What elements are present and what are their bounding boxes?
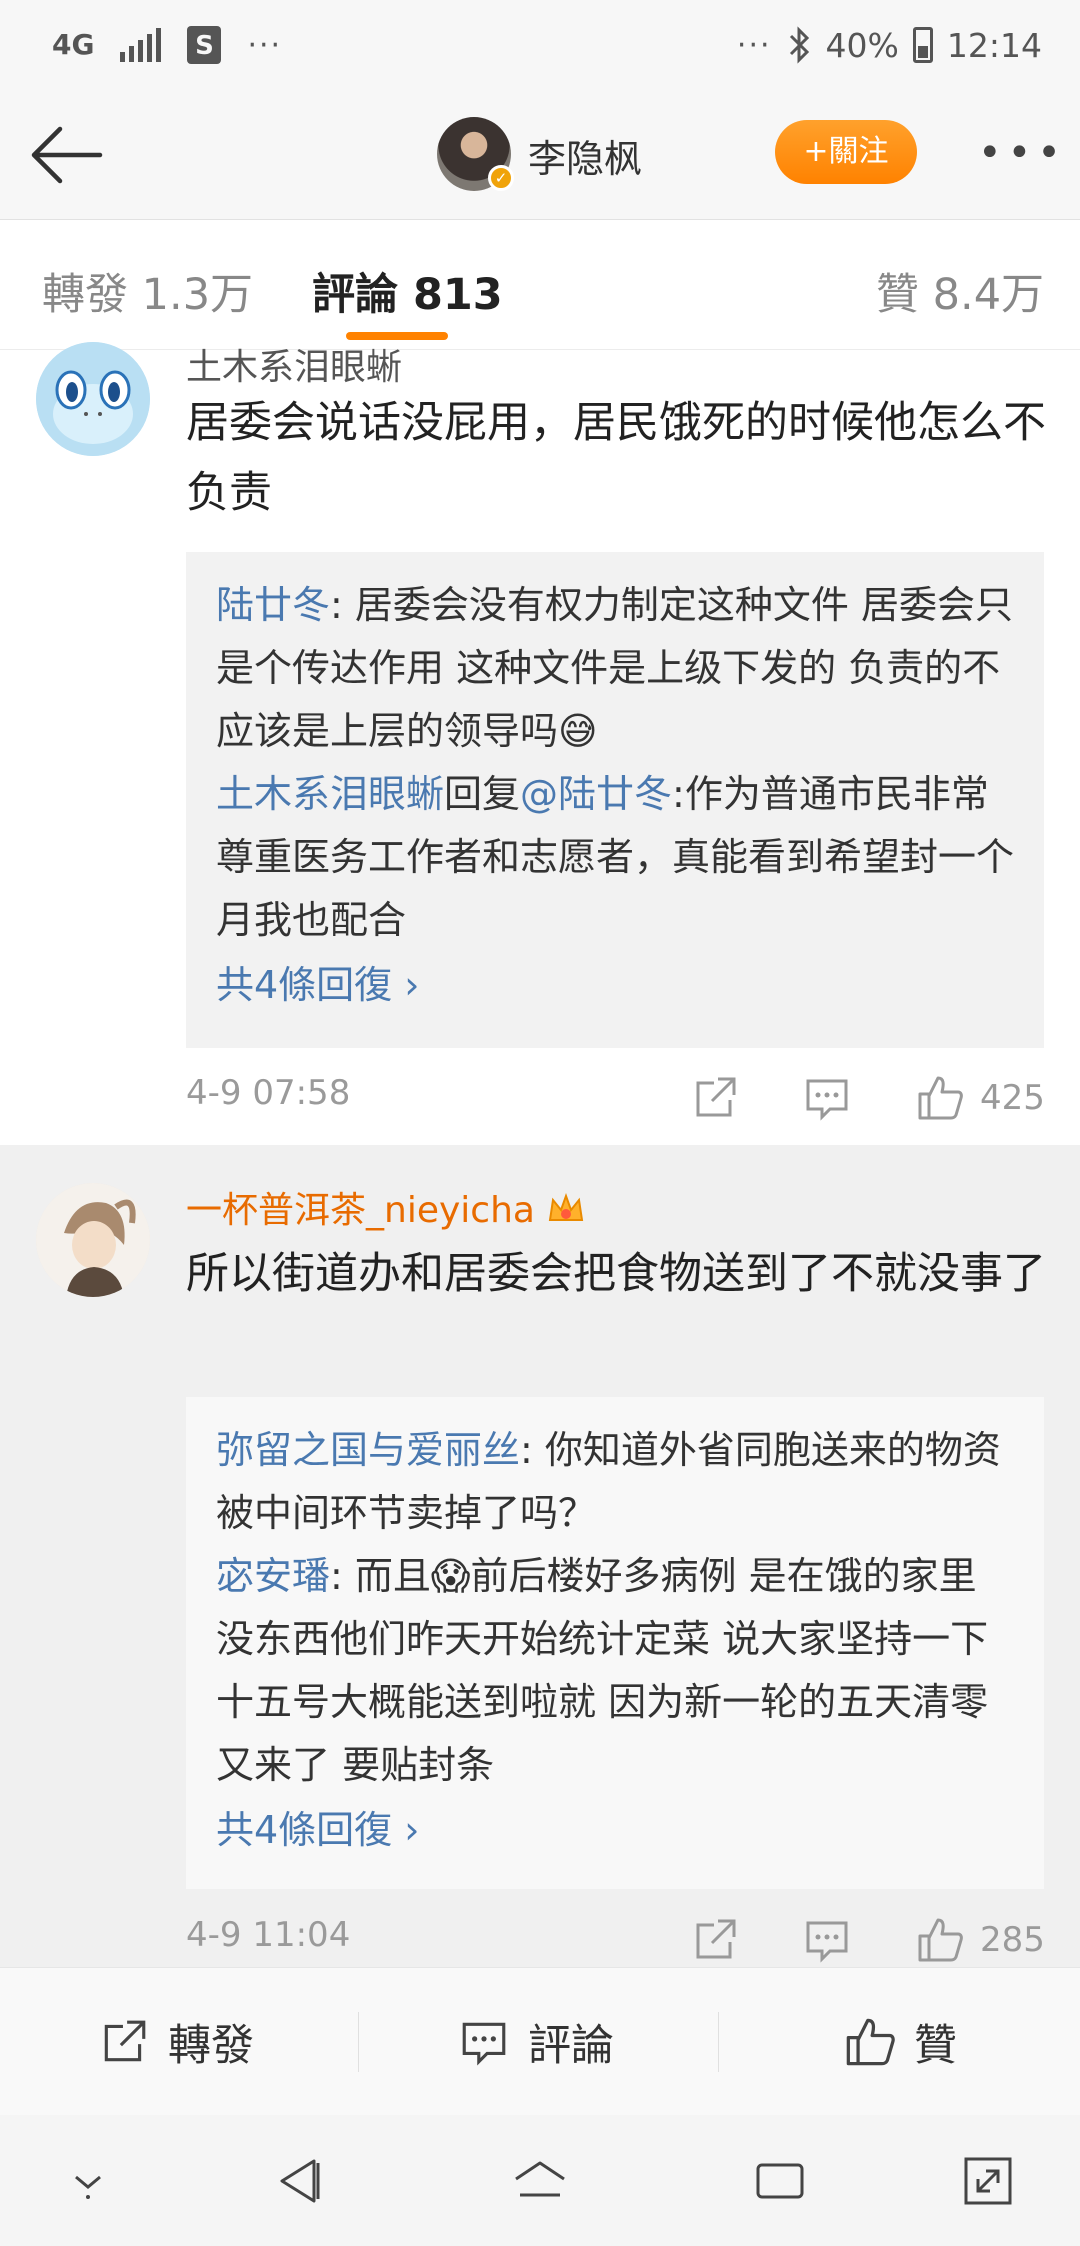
comment-label: 評論 — [528, 2021, 614, 2071]
reply-author[interactable]: 陆廿冬 — [216, 583, 330, 627]
status-bar: 4G S ··· ··· 40% 12:14 — [0, 0, 1080, 90]
repost-label: 轉發 — [168, 2021, 254, 2071]
network-indicator: 4G — [52, 28, 95, 61]
commenter-name[interactable]: 土木系泪眼蜥 — [186, 338, 402, 390]
comment-text: 所以街道办和居委会把食物送到了不就没事了 — [186, 1249, 1046, 1299]
nav-home-icon[interactable] — [510, 2151, 570, 2211]
nav-back-icon[interactable] — [270, 2151, 330, 2211]
comment-time: 4-9 11:04 — [186, 1915, 351, 1955]
reply-icon[interactable] — [804, 1915, 850, 1965]
expand-icon[interactable] — [958, 2151, 1018, 2211]
like-count: 425 — [980, 1078, 1045, 1118]
commenter-avatar[interactable] — [36, 342, 150, 456]
like-control[interactable]: 425 — [916, 1073, 1045, 1123]
reply-preview-box[interactable]: 弥留之国与爱丽丝: 你知道外省同胞送来的物资被中间环节卖掉了吗？ 宓安璠: 而且… — [186, 1397, 1044, 1889]
shopping-bag-icon: S — [187, 26, 222, 64]
system-navigation-bar — [0, 2115, 1080, 2246]
battery-percent: 40% — [825, 25, 899, 65]
bluetooth-icon — [789, 26, 809, 64]
commenter-avatar[interactable] — [36, 1183, 150, 1297]
tab-bar: 轉發 1.3万 評論 813 贊 8.4万 — [0, 220, 1080, 350]
reply-line: 弥留之国与爱丽丝: 你知道外省同胞送来的物资被中间环节卖掉了吗？ — [216, 1428, 1001, 1535]
share-icon[interactable] — [692, 1073, 738, 1123]
commenter-name[interactable]: 一杯普洱茶_nieyicha — [186, 1181, 586, 1233]
comment-time: 4-9 07:58 — [186, 1073, 351, 1113]
more-options-icon[interactable]: ••• — [978, 130, 1067, 176]
like-label: 贊 — [914, 2021, 957, 2071]
notification-overflow: ··· — [247, 27, 283, 63]
reply-preview-box[interactable]: 陆廿冬: 居委会没有权力制定这种文件 居委会只是个传达作用 这种文件是上级下发的… — [186, 552, 1044, 1048]
more-replies-link[interactable]: 共4條回復 › — [216, 954, 1014, 1017]
signal-icon — [120, 28, 162, 62]
reply-line: 陆廿冬: 居委会没有权力制定这种文件 居委会只是个传达作用 这种文件是上级下发的… — [216, 583, 1013, 753]
divider — [358, 2012, 359, 2072]
like-control[interactable]: 285 — [916, 1915, 1045, 1965]
battery-icon — [912, 27, 933, 63]
comment-meta: 4-9 07:58 425 — [186, 1073, 1045, 1123]
follow-button[interactable]: +關注 — [775, 120, 917, 184]
bottom-action-bar: 轉發 評論 贊 — [0, 1967, 1080, 2115]
like-count: 285 — [980, 1920, 1045, 1960]
comment-item: 一杯普洱茶_nieyicha 所以街道办和居委会把食物送到了不就没事了 弥留之国… — [0, 1145, 1080, 1967]
comment-item: 土木系泪眼蜥 居委会说话没屁用，居民饿死的时候他怎么不负责 陆廿冬: 居委会没有… — [0, 342, 1080, 1145]
share-icon[interactable] — [692, 1915, 738, 1965]
verified-badge-icon: ✓ — [488, 165, 514, 191]
like-icon — [846, 2018, 895, 2066]
reply-author[interactable]: 宓安璠 — [216, 1554, 330, 1598]
reply-icon[interactable] — [804, 1073, 850, 1123]
cartoon-avatar-icon — [36, 342, 150, 456]
top-app-bar: ✓ 李隐枫 +關注 ••• — [0, 90, 1080, 220]
tab-reposts[interactable]: 轉發 1.3万 — [42, 260, 253, 322]
comment-meta: 4-9 11:04 285 — [186, 1915, 1045, 1965]
nav-recents-icon[interactable] — [750, 2151, 810, 2211]
status-overflow: ··· — [736, 27, 772, 63]
repost-icon — [104, 2020, 146, 2062]
hide-keyboard-icon[interactable] — [58, 2151, 118, 2211]
author-name[interactable]: 李隐枫 — [528, 128, 642, 183]
thumbs-up-icon — [918, 1076, 963, 1120]
reply-author[interactable]: 土木系泪眼蜥 — [216, 772, 444, 816]
like-button[interactable]: 贊 — [844, 1968, 957, 2116]
more-replies-link[interactable]: 共4條回復 › — [216, 1799, 1014, 1862]
anime-avatar-icon — [36, 1183, 150, 1297]
tab-likes[interactable]: 贊 8.4万 — [876, 260, 1044, 322]
divider — [718, 2012, 719, 2072]
tab-comments[interactable]: 評論 813 — [312, 260, 503, 322]
comment-text: 居委会说话没屁用，居民饿死的时候他怎么不负责 — [186, 398, 1046, 518]
reply-author[interactable]: 弥留之国与爱丽丝 — [216, 1428, 520, 1472]
back-arrow-icon[interactable] — [26, 120, 106, 190]
comment-icon — [462, 2022, 506, 2066]
reply-line: 宓安璠: 而且😱前后楼好多病例 是在饿的家里没东西他们昨天开始统计定菜 说大家坚… — [216, 1554, 989, 1787]
repost-button[interactable]: 轉發 — [98, 1968, 254, 2116]
clock: 12:14 — [946, 25, 1042, 65]
thumbs-up-icon — [918, 1918, 963, 1962]
vip-crown-icon — [546, 1192, 586, 1226]
reply-line: 土木系泪眼蜥回复@陆廿冬:作为普通市民非常尊重医务工作者和志愿者，真能看到希望封… — [216, 772, 1015, 942]
reply-mention[interactable]: @陆廿冬 — [520, 772, 672, 816]
comment-button[interactable]: 評論 — [458, 1968, 614, 2116]
